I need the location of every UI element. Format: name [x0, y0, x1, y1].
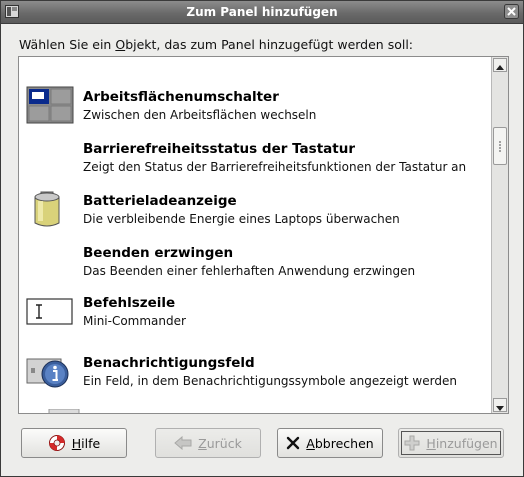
list-item-battery-monitor[interactable]: Batterieladeanzeige Die verbleibende Ene…: [19, 185, 491, 237]
window-title: Zum Panel hinzufügen: [186, 5, 338, 19]
item-description: Die verbleibende Energie eines Laptops ü…: [83, 212, 400, 226]
title-bar[interactable]: Zum Panel hinzufügen: [1, 1, 523, 24]
cancel-button-label: Abbrechen: [306, 435, 374, 451]
cancel-button[interactable]: Abbrechen: [277, 428, 383, 458]
item-name: Befehlszeile: [83, 295, 176, 311]
item-name: Batterieladeanzeige: [83, 193, 237, 209]
list-item-force-quit[interactable]: Beenden erzwingen Das Beenden einer fehl…: [19, 237, 491, 289]
notification-area-icon: [26, 358, 69, 388]
arrow-left-icon: [174, 436, 192, 450]
scroll-down-button[interactable]: [493, 398, 507, 412]
item-name: Benachrichtigungsfeld: [83, 355, 255, 371]
back-button[interactable]: Zurück: [155, 428, 261, 458]
arrow-up-icon: [496, 65, 504, 70]
list-item-workspace-switcher[interactable]: Arbeitsflächenumschalter Zwischen den Ar…: [19, 81, 491, 133]
add-to-panel-dialog: Zum Panel hinzufügen Wählen Sie ein Obje…: [0, 0, 524, 477]
scroll-thumb[interactable]: [493, 127, 507, 165]
partial-item-icon: [48, 409, 80, 413]
instruction-label: Wählen Sie ein Objekt, das zum Panel hin…: [19, 37, 414, 52]
item-description: Ein Feld, in dem Benachrichtigungssymbol…: [83, 374, 457, 388]
help-button-label: Hilfe: [71, 435, 101, 451]
grip-icon: [499, 141, 501, 152]
list-scrollbar[interactable]: [491, 57, 508, 413]
list-item-notification-area[interactable]: Benachrichtigungsfeld Ein Feld, in dem B…: [19, 348, 491, 400]
item-name: Barrierefreiheitsstatus der Tastatur: [83, 141, 355, 157]
item-description: Zwischen den Arbeitsflächen wechseln: [83, 108, 317, 122]
item-description: Mini-Commander: [83, 314, 186, 328]
applet-list-viewport[interactable]: Arbeitsflächenumschalter Zwischen den Ar…: [19, 57, 491, 413]
item-name: Beenden erzwingen: [83, 245, 234, 261]
list-item-command-line[interactable]: Befehlszeile Mini-Commander: [19, 288, 491, 340]
list-item-keyboard-accessibility-status[interactable]: Barrierefreiheitsstatus der Tastatur Zei…: [19, 133, 491, 185]
add-button[interactable]: Hinzufügen: [398, 428, 504, 458]
close-icon[interactable]: [504, 4, 519, 19]
command-line-icon: [26, 298, 73, 325]
x-icon: [287, 436, 300, 450]
workspace-switcher-icon: [26, 86, 74, 124]
plus-icon: [404, 435, 420, 451]
applet-list[interactable]: Arbeitsflächenumschalter Zwischen den Ar…: [18, 56, 509, 414]
battery-icon: [34, 191, 60, 227]
partial-item-icon: [45, 57, 85, 63]
arrow-down-icon: [496, 406, 504, 411]
help-button[interactable]: Hilfe: [21, 428, 127, 458]
scroll-up-button[interactable]: [493, 58, 507, 72]
back-button-label: Zurück: [198, 435, 242, 451]
item-description: Zeigt den Status der Barrierefreiheitsfu…: [83, 160, 467, 174]
item-description: Das Beenden einer fehlerhaften Anwendung…: [83, 264, 416, 278]
item-name: Arbeitsflächenumschalter: [83, 89, 279, 105]
lifebuoy-icon: [48, 435, 65, 451]
add-button-label: Hinzufügen: [426, 435, 498, 451]
